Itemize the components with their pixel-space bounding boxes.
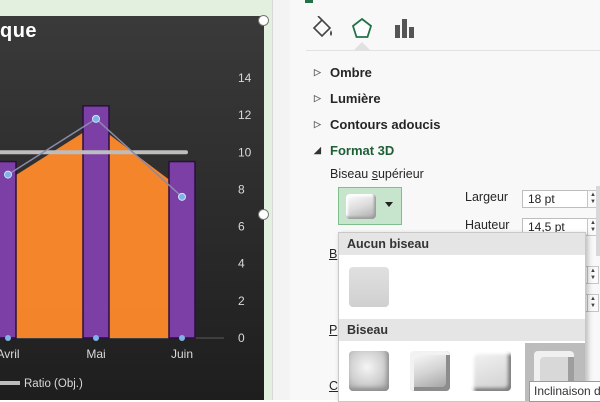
section-label: Contours adoucis [330,117,441,132]
axis-point-2 [179,335,185,341]
section-glow[interactable]: ▷ Lumière [314,91,381,106]
x-tick-label: Juin [171,347,193,361]
paint-bucket-icon [312,16,332,38]
width-label: Largeur [465,190,509,204]
y-tick-label: 0 [238,331,245,345]
x-tick-label: Mai [86,347,105,361]
expand-arrow-icon: ▷ [314,93,321,103]
height-label: Hauteur [465,218,510,232]
y-tick-label: 2 [238,294,245,308]
chart-plot[interactable]: 14 12 10 8 6 4 2 0 Avril Mai Juin Ratio (Obj.) [0,16,264,400]
bevel-tooltip: Inclinaison d [529,381,600,402]
pane-accent [305,0,313,3]
section-shadow[interactable]: ▷ Ombre [314,65,372,80]
bevel-width-input[interactable]: 18 pt [522,190,588,208]
expand-arrow-icon: ▷ [314,67,321,77]
bottom-width-spinner[interactable]: ▲ ▼ [587,266,599,284]
bar-mai [82,105,110,339]
y-tick-label: 12 [238,108,252,122]
collapse-arrow-icon: ◢ [314,145,321,155]
contour-label: C [329,379,339,393]
pane-splitter[interactable] [272,0,291,400]
bevel-option-circle[interactable] [349,351,389,391]
bevel-option-none[interactable] [349,267,389,307]
bevel-header: Biseau [339,319,585,341]
x-tick-label: Avril [0,347,20,361]
pane-scrollbar[interactable] [596,186,600,256]
fill-line-tab[interactable] [308,14,336,42]
expand-arrow-icon: ▷ [314,119,321,129]
series-options-tab[interactable] [390,14,418,42]
bevel-option-relaxed-inset[interactable] [410,351,450,391]
line-point-mai [92,114,100,123]
top-bevel-label: Biseau supérieur [330,167,424,181]
resize-handle-top-right[interactable] [258,15,269,26]
axis-point-0 [5,335,11,341]
bar-chart-icon [395,19,414,38]
pentagon-icon [351,17,373,38]
y-tick-label: 10 [238,145,252,159]
effects-tab[interactable] [348,14,376,42]
bevel-preview-icon [346,194,376,219]
bevel-gallery-dropdown: Aucun biseau Biseau [338,232,586,402]
no-bevel-header: Aucun biseau [339,233,585,255]
section-soft-edges[interactable]: ▷ Contours adoucis [314,117,441,132]
section-label: Ombre [330,65,372,80]
line-point-avril [4,170,12,179]
depth-label: P [329,323,338,337]
resize-handle-right[interactable] [258,209,269,220]
line-point-juin [178,192,186,201]
bar-avril [0,160,17,339]
y-tick-label: 4 [238,257,245,271]
y-tick-label: 6 [238,220,245,234]
active-tab-indicator [354,42,370,50]
axis-point-1 [93,335,99,341]
bottom-bevel-label: B [329,247,338,261]
bevel-option-cross[interactable] [471,351,511,391]
y-tick-label: 8 [238,182,245,196]
bottom-height-spinner[interactable]: ▲ ▼ [587,294,599,312]
y-tick-label: 14 [238,71,252,85]
section-label: Format 3D [330,143,395,158]
dropdown-caret-icon [385,202,393,207]
legend-label: Ratio (Obj.) [24,378,83,390]
pane-separator [306,50,600,51]
section-3d-format[interactable]: ◢ Format 3D [314,143,394,158]
section-label: Lumière [330,91,381,106]
top-bevel-dropdown-button[interactable] [338,187,402,225]
